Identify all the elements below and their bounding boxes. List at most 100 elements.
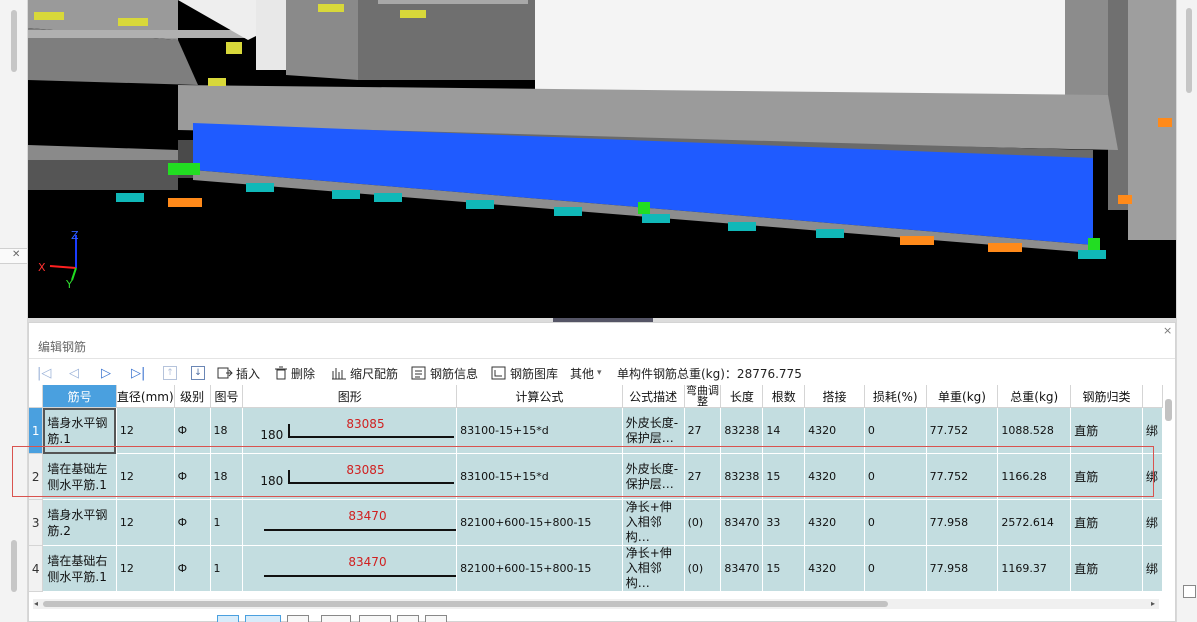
rebar-name-cell[interactable]: 墙在基础右侧水平筋.1 <box>42 545 117 592</box>
column-header[interactable]: 损耗(%) <box>864 385 927 408</box>
arrow-up-icon: ↑ <box>163 366 177 380</box>
count-cell[interactable]: 33 <box>762 499 806 546</box>
table-row[interactable]: 4 墙在基础右侧水平筋.1 12 Ф 1 83470 82100+600-15+800-15… <box>29 545 1163 592</box>
first-record-icon[interactable]: |◁ <box>37 364 51 382</box>
next-record-icon[interactable]: ▷ <box>101 364 111 382</box>
unit-weight-cell[interactable]: 77.958 <box>926 499 999 546</box>
formula-cell[interactable]: 82100+600-15+800-15 <box>456 499 623 546</box>
rebar-class-cell[interactable]: 直筋 <box>1070 499 1143 546</box>
right-side-panel <box>1176 0 1197 622</box>
diameter-cell[interactable]: 12 <box>116 545 175 592</box>
column-header[interactable] <box>1142 385 1163 408</box>
left-scrollbar-thumb-lower[interactable] <box>11 540 17 592</box>
other-dropdown[interactable]: 其他 ▾ <box>570 364 602 382</box>
column-header[interactable]: 钢筋归类 <box>1070 385 1143 408</box>
close-icon[interactable]: × <box>1163 324 1172 337</box>
column-header[interactable]: 长度 <box>720 385 764 408</box>
unit-weight-cell[interactable]: 77.958 <box>926 545 999 592</box>
3d-viewport[interactable]: Z X Y <box>28 0 1176 318</box>
view-tool-button[interactable] <box>425 615 447 622</box>
view-tool-button[interactable] <box>359 615 391 622</box>
scale-rebar-label: 缩尺配筋 <box>350 366 399 381</box>
view-tool-button[interactable] <box>321 615 351 622</box>
panel-title: 编辑钢筋 <box>38 340 87 354</box>
extra-cell[interactable]: 绑 <box>1142 545 1163 592</box>
rebar-library-button[interactable]: 钢筋图库 <box>491 364 558 382</box>
row-number-cell[interactable]: 4 <box>29 545 44 592</box>
axis-z-label: Z <box>71 229 79 242</box>
row-number-cell[interactable]: 3 <box>29 499 44 546</box>
diameter-cell[interactable]: 12 <box>116 499 175 546</box>
shape-cell[interactable]: 83470 <box>242 545 458 592</box>
view-tool-button[interactable] <box>397 615 419 622</box>
arrow-down-icon: ↓ <box>191 366 205 380</box>
rebar-info-button[interactable]: 钢筋信息 <box>411 364 478 382</box>
lap-cell[interactable]: 4320 <box>804 545 865 592</box>
column-header[interactable]: 总重(kg) <box>997 385 1072 408</box>
column-header[interactable]: 弯曲调整 <box>684 385 722 408</box>
extra-cell[interactable]: 绑 <box>1142 499 1163 546</box>
axis-x-label: X <box>38 261 46 274</box>
scroll-left-icon[interactable]: ◂ <box>34 599 38 608</box>
right-scrollbar-thumb[interactable] <box>1186 8 1192 93</box>
move-up-button[interactable]: ↑ <box>163 364 177 382</box>
table-row[interactable]: 3 墙身水平钢筋.2 12 Ф 1 83470 82100+600-15+800-15 净长+… <box>29 499 1163 546</box>
column-header[interactable]: 公式描述 <box>622 385 685 408</box>
column-header[interactable]: 级别 <box>174 385 211 408</box>
length-cell[interactable]: 83470 <box>720 545 764 592</box>
last-record-icon[interactable]: ▷| <box>131 364 145 382</box>
total-weight-text: 单构件钢筋总重(kg)：28776.775 <box>617 366 802 381</box>
column-header[interactable]: 计算公式 <box>456 385 623 408</box>
figure-number-cell[interactable]: 1 <box>210 545 244 592</box>
view-tool-button[interactable] <box>217 615 239 622</box>
column-header[interactable]: 根数 <box>762 385 806 408</box>
bend-adjust-cell[interactable]: (0) <box>684 545 722 592</box>
formula-description-cell[interactable]: 净长+伸入相邻构… <box>622 499 685 546</box>
count-cell[interactable]: 15 <box>762 545 806 592</box>
loss-cell[interactable]: 0 <box>864 499 927 546</box>
scroll-right-icon[interactable]: ▸ <box>1151 599 1155 608</box>
length-cell[interactable]: 83470 <box>720 499 764 546</box>
figure-number-cell[interactable]: 1 <box>210 499 244 546</box>
insert-button[interactable]: 插入 <box>217 364 260 382</box>
bend-adjust-cell[interactable]: (0) <box>684 499 722 546</box>
row-number-header <box>29 385 44 408</box>
other-label: 其他 <box>570 366 595 381</box>
formula-description-cell[interactable]: 净长+伸入相邻构… <box>622 545 685 592</box>
move-down-button[interactable]: ↓ <box>191 364 205 382</box>
shape-cell[interactable]: 83470 <box>242 499 458 546</box>
column-header[interactable]: 直径(mm) <box>116 385 175 408</box>
3d-model-scene: Z X Y <box>28 0 1176 291</box>
left-scrollbar-thumb[interactable] <box>11 10 17 72</box>
rebar-class-cell[interactable]: 直筋 <box>1070 545 1143 592</box>
right-checkbox[interactable] <box>1183 585 1196 598</box>
table-horizontal-scrollbar-thumb[interactable] <box>43 601 888 607</box>
shape-hook-length: 180 <box>260 427 284 442</box>
rebar-name-cell[interactable]: 墙身水平钢筋.2 <box>42 499 117 546</box>
scale-rebar-icon <box>332 368 346 380</box>
loss-cell[interactable]: 0 <box>864 545 927 592</box>
grade-cell[interactable]: Ф <box>174 545 211 592</box>
delete-button[interactable]: 删除 <box>274 364 315 382</box>
scale-rebar-button[interactable]: 缩尺配筋 <box>331 364 398 382</box>
rebar-library-label: 钢筋图库 <box>510 366 559 381</box>
lap-cell[interactable]: 4320 <box>804 499 865 546</box>
editor-toolbar: |◁ ◁ ▷ ▷| ↑ ↓ 插入 删除 缩尺配筋 钢筋信息 钢筋图库 其他 ▾ <box>29 358 1175 386</box>
column-header[interactable]: 筋号 <box>42 385 117 408</box>
prev-record-icon[interactable]: ◁ <box>69 364 79 382</box>
bottom-toolbar <box>217 615 447 622</box>
shape-length-value: 83085 <box>346 416 385 431</box>
formula-cell[interactable]: 82100+600-15+800-15 <box>456 545 623 592</box>
column-header[interactable]: 单重(kg) <box>926 385 999 408</box>
table-vertical-scrollbar-thumb[interactable] <box>1165 399 1172 421</box>
column-header[interactable]: 搭接 <box>804 385 865 408</box>
total-weight-cell[interactable]: 2572.614 <box>997 499 1072 546</box>
rebar-shape-drawing: 83470 <box>246 501 456 545</box>
grade-cell[interactable]: Ф <box>174 499 211 546</box>
column-header[interactable]: 图形 <box>242 385 458 408</box>
column-header[interactable]: 图号 <box>210 385 244 408</box>
left-panel-close-icon[interactable]: ✕ <box>12 249 20 260</box>
total-weight-cell[interactable]: 1169.37 <box>997 545 1072 592</box>
view-tool-button[interactable] <box>245 615 281 622</box>
view-tool-button[interactable] <box>287 615 309 622</box>
